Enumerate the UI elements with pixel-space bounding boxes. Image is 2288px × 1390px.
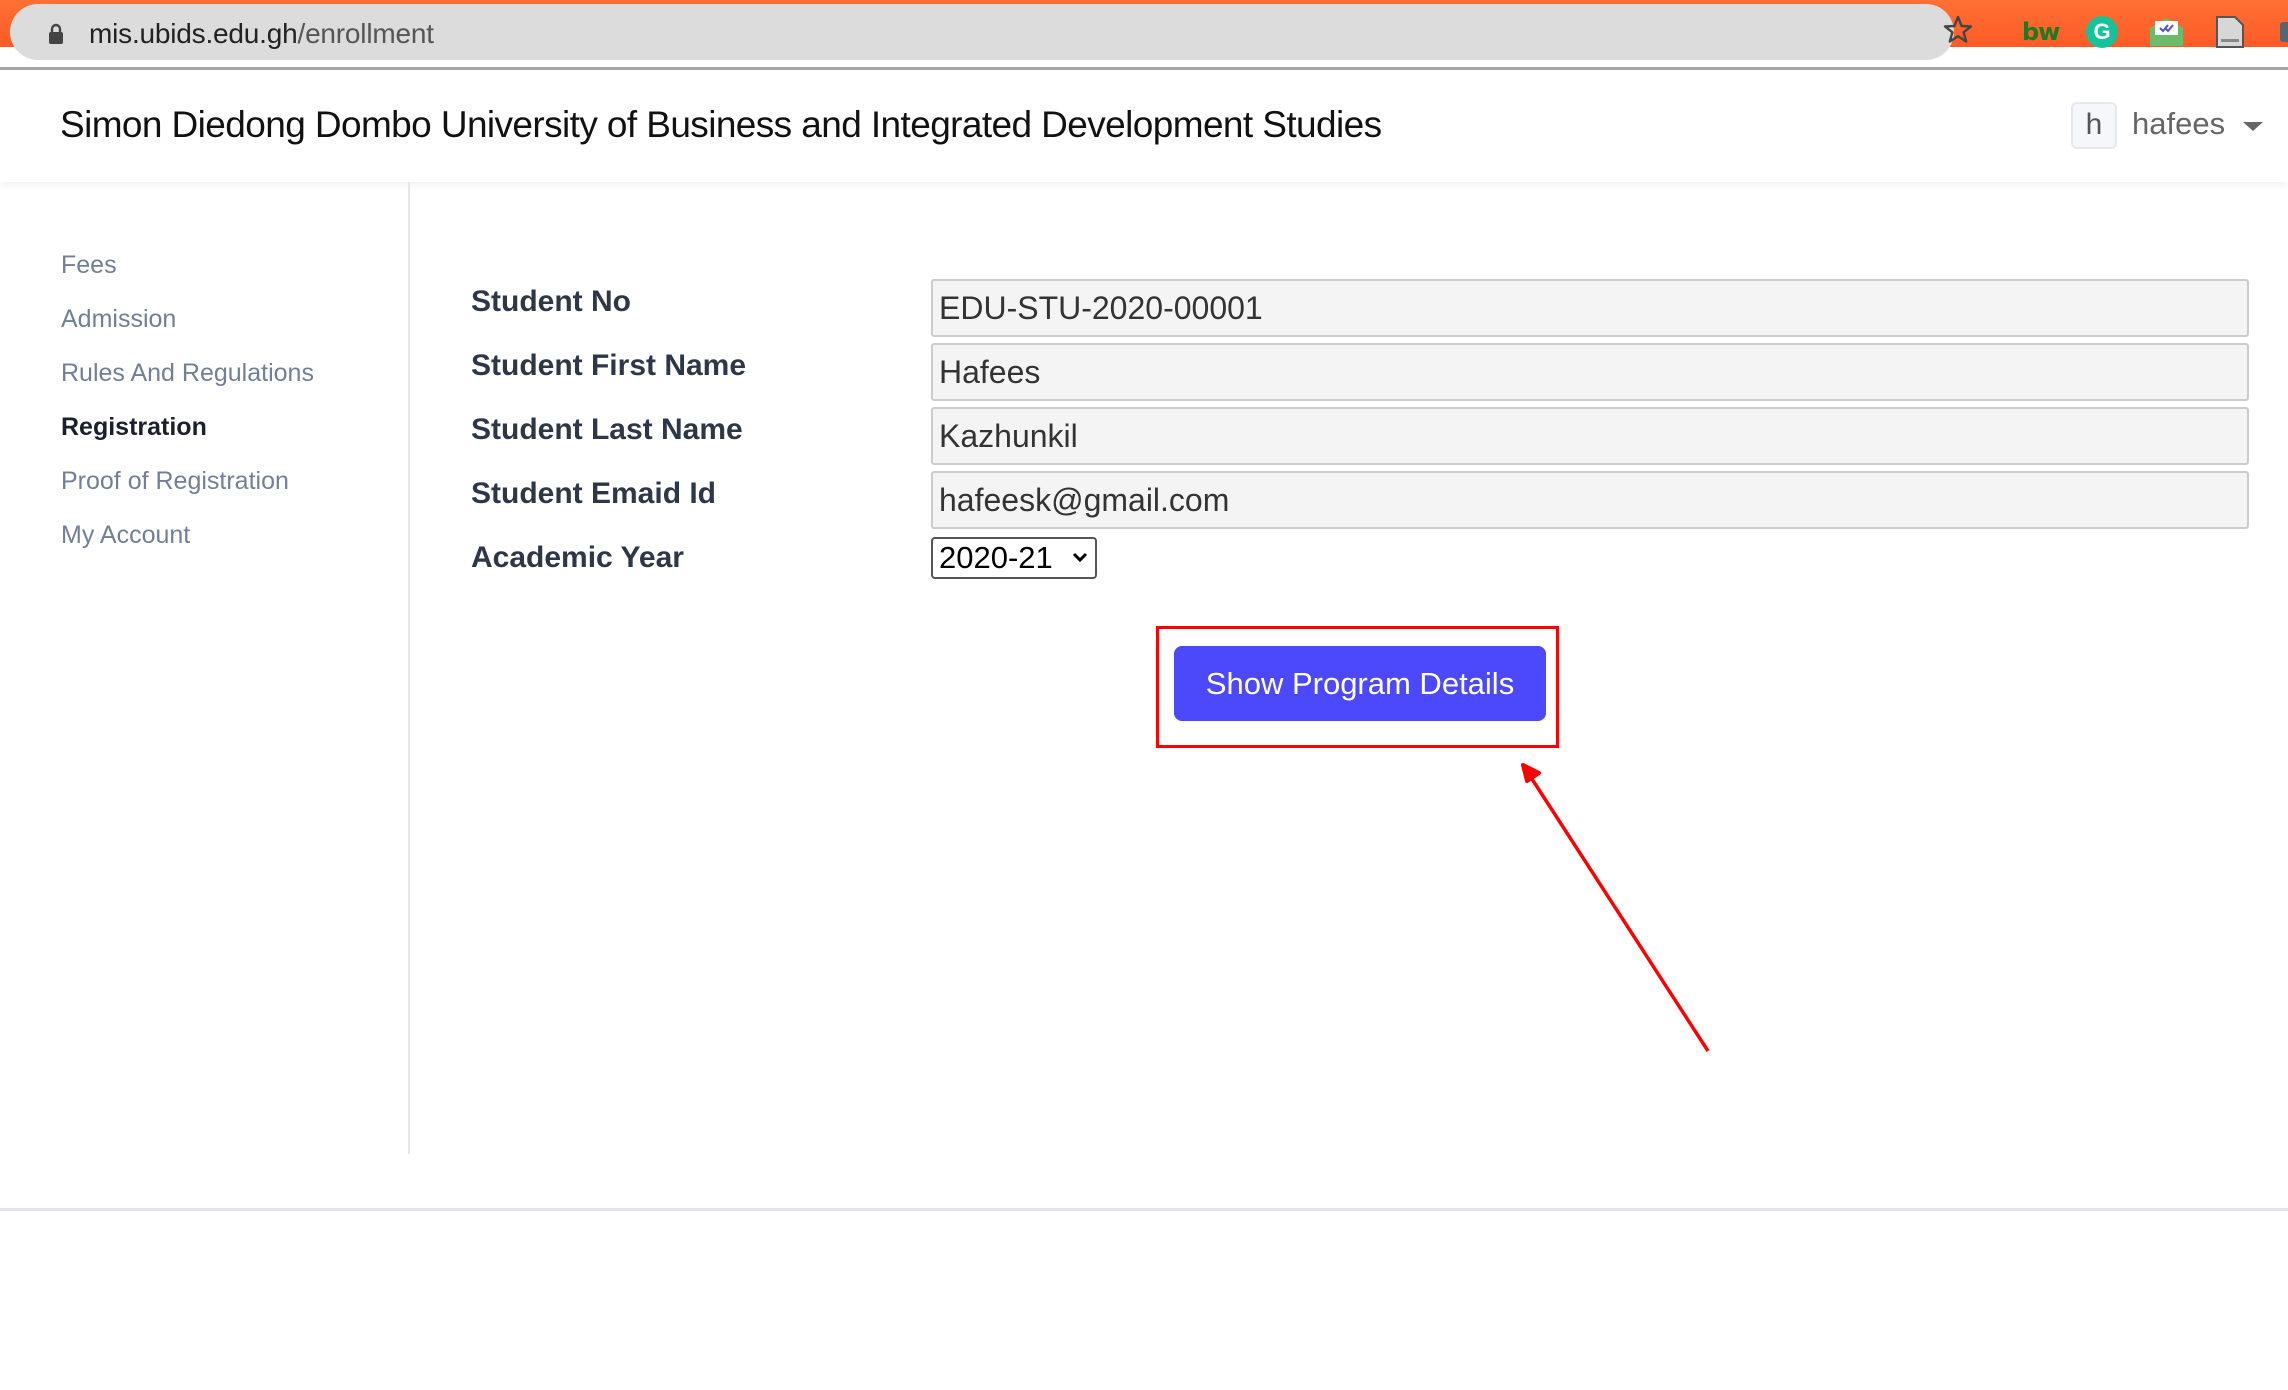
- page-title: Simon Diedong Dombo University of Busine…: [60, 104, 1382, 145]
- email-label: Student Emaid Id: [471, 477, 717, 510]
- user-avatar[interactable]: h: [2071, 102, 2117, 149]
- sidebar-item-my-account[interactable]: My Account: [61, 521, 190, 550]
- annotation-arrow-shaft: [1530, 778, 1710, 1052]
- academic-year-label: Academic Year: [471, 541, 684, 574]
- first-name-label: Student First Name: [471, 349, 747, 382]
- academic-year-value: 2020-21: [939, 540, 1053, 575]
- last-name-label: Student Last Name: [471, 413, 743, 446]
- url-text[interactable]: mis.ubids.edu.gh/enrollment: [89, 18, 434, 50]
- lock-icon: [49, 23, 63, 44]
- email-input[interactable]: [931, 471, 2249, 529]
- student-no-label: Student No: [471, 285, 631, 318]
- sidebar-item-admission[interactable]: Admission: [61, 305, 176, 334]
- academic-year-select[interactable]: 2020-21: [931, 537, 1097, 579]
- address-bar[interactable]: mis.ubids.edu.gh/enrollment: [10, 4, 1954, 60]
- show-program-details-button[interactable]: Show Program Details: [1174, 646, 1546, 721]
- bookmark-star-icon[interactable]: [1942, 14, 1974, 46]
- url-host: mis.ubids.edu.gh: [89, 18, 298, 49]
- grammarly-extension-icon[interactable]: G: [2086, 16, 2118, 48]
- document-extension-icon[interactable]: [2216, 16, 2244, 48]
- url-path: /enrollment: [297, 18, 434, 49]
- user-menu-name[interactable]: hafees: [2132, 106, 2225, 142]
- caret-down-icon[interactable]: [2243, 122, 2263, 131]
- footer-divider: [0, 1208, 2288, 1211]
- extensions-puzzle-icon[interactable]: [2280, 22, 2288, 42]
- bw-extension-icon[interactable]: bw: [2022, 18, 2060, 46]
- sidebar-item-proof-of-registration[interactable]: Proof of Registration: [61, 467, 289, 496]
- annotation-arrow-head: [1521, 763, 1541, 783]
- mail-tracker-extension-icon[interactable]: [2150, 18, 2183, 46]
- sidebar-item-rules-and-regulations[interactable]: Rules And Regulations: [61, 359, 314, 388]
- chevron-down-icon: [1072, 552, 1088, 563]
- sidebar-item-fees[interactable]: Fees: [61, 251, 117, 280]
- app-header: Simon Diedong Dombo University of Busine…: [0, 70, 2288, 182]
- sidebar-divider: [408, 182, 410, 1154]
- student-no-input[interactable]: [931, 279, 2249, 337]
- sidebar: Fees Admission Rules And Regulations Reg…: [0, 182, 408, 1154]
- last-name-input[interactable]: [931, 407, 2249, 465]
- sidebar-item-registration[interactable]: Registration: [61, 413, 207, 442]
- first-name-input[interactable]: [931, 343, 2249, 401]
